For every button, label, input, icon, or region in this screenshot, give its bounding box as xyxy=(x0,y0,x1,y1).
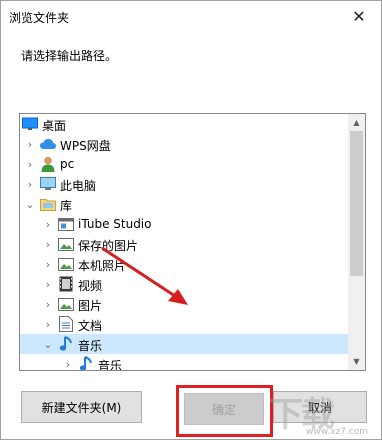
tree-item-label: 视频 xyxy=(78,279,103,293)
window-title: 浏览文件夹 xyxy=(9,11,70,25)
tree-item-label: 桌面 xyxy=(42,119,67,133)
tree-item-videos[interactable]: › 视频 xyxy=(20,274,349,294)
tree-item-label: iTube Studio xyxy=(78,217,152,231)
picture-folder-icon xyxy=(58,256,74,272)
chevron-right-icon[interactable]: › xyxy=(42,314,54,334)
scroll-down-icon[interactable]: ▼ xyxy=(348,353,365,370)
desktop-icon xyxy=(22,116,38,132)
scroll-up-icon[interactable]: ▲ xyxy=(348,114,365,131)
tree-item-camera-roll[interactable]: › 本机照片 xyxy=(20,254,349,274)
tree-item-pc[interactable]: › pc xyxy=(20,154,349,174)
tree-item-music[interactable]: ⌄ 音乐 xyxy=(20,334,349,354)
scrollbar-thumb[interactable] xyxy=(350,131,363,276)
tree-item-wps-cloud[interactable]: › WPS网盘 xyxy=(20,134,349,154)
browse-folder-dialog: 浏览文件夹 ✕ 请选择输出路径。 桌面 › WPS网盘 › pc › 此电脑 ⌄… xyxy=(0,0,382,440)
annotation-highlight-box xyxy=(176,385,273,437)
computer-icon xyxy=(40,176,56,192)
video-folder-icon xyxy=(58,276,74,292)
cloud-icon xyxy=(40,136,56,152)
title-bar: 浏览文件夹 ✕ xyxy=(1,1,381,31)
chevron-right-icon[interactable]: › xyxy=(42,254,54,274)
vertical-scrollbar[interactable]: ▲ ▼ xyxy=(348,114,365,370)
tree-item-label: 音乐 xyxy=(98,359,123,371)
tree-item-label: 图片 xyxy=(78,299,103,313)
chevron-right-icon[interactable]: › xyxy=(42,274,54,294)
close-icon: ✕ xyxy=(352,6,366,26)
chevron-down-icon[interactable]: ⌄ xyxy=(24,194,36,214)
chevron-right-icon[interactable]: › xyxy=(24,154,36,174)
tree-item-pictures[interactable]: › 图片 xyxy=(20,294,349,314)
tree-item-music-child[interactable]: › 音乐 xyxy=(20,354,349,371)
tree-item-label: 本机照片 xyxy=(78,259,127,273)
user-icon xyxy=(40,156,56,172)
new-folder-button[interactable]: 新建文件夹(M) xyxy=(21,391,142,423)
tree-item-desktop[interactable]: 桌面 xyxy=(20,114,349,134)
chevron-right-icon[interactable]: › xyxy=(42,214,54,234)
tree-item-label: 此电脑 xyxy=(60,179,97,193)
tree-item-documents[interactable]: › 文档 xyxy=(20,314,349,334)
folder-tree[interactable]: 桌面 › WPS网盘 › pc › 此电脑 ⌄ 库 › iTube Studio… xyxy=(19,113,366,371)
document-folder-icon xyxy=(58,316,74,332)
chevron-right-icon[interactable]: › xyxy=(24,174,36,194)
tree-item-label: WPS网盘 xyxy=(60,139,111,153)
close-button[interactable]: ✕ xyxy=(337,1,381,31)
folder-window-icon xyxy=(58,216,74,232)
tree-item-label: 库 xyxy=(60,199,73,213)
prompt-text: 请选择输出路径。 xyxy=(21,49,118,63)
chevron-right-icon[interactable]: › xyxy=(42,234,54,254)
picture-folder-icon xyxy=(58,296,74,312)
library-icon xyxy=(40,196,56,212)
chevron-down-icon[interactable]: ⌄ xyxy=(42,334,54,354)
tree-item-label: 音乐 xyxy=(78,339,103,353)
tree-item-label: pc xyxy=(60,157,75,171)
tree-item-this-pc[interactable]: › 此电脑 xyxy=(20,174,349,194)
music-icon xyxy=(78,356,94,370)
chevron-right-icon[interactable]: › xyxy=(24,134,36,154)
tree-item-libraries[interactable]: ⌄ 库 xyxy=(20,194,349,214)
chevron-right-icon[interactable]: › xyxy=(42,294,54,314)
tree-item-saved-pictures[interactable]: › 保存的图片 xyxy=(20,234,349,254)
tree-item-itube-studio[interactable]: › iTube Studio xyxy=(20,214,349,234)
tree-item-label: 文档 xyxy=(78,319,103,333)
music-icon xyxy=(58,336,74,352)
chevron-right-icon[interactable]: › xyxy=(62,354,74,371)
watermark-url: www.xz7.com xyxy=(306,427,368,437)
picture-folder-icon xyxy=(58,236,74,252)
tree-item-label: 保存的图片 xyxy=(78,239,139,253)
